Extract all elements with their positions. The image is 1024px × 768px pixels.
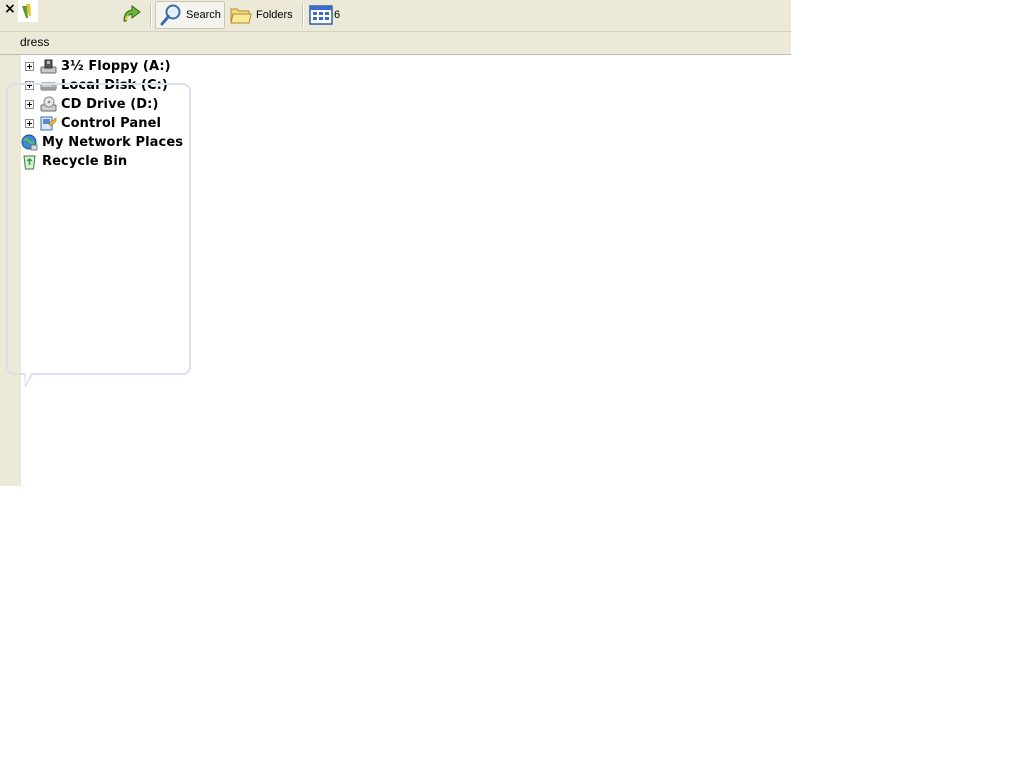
floppy-drive-icon (40, 58, 57, 75)
expand-icon[interactable] (25, 62, 34, 71)
search-button-label: Search (186, 9, 221, 21)
toolbar-separator (302, 3, 304, 27)
standard-toolbar: × Search Folders 6 (0, 0, 791, 32)
folder-icon (229, 4, 252, 26)
tree-item-label: 3½ Floppy (A:) (61, 59, 171, 74)
folders-button-label: Folders (256, 9, 293, 21)
explorer-window: × Search Folders 6 dress 3½ Floppy (A:) … (0, 0, 791, 486)
folder-app-icon (18, 0, 38, 22)
address-label: dress (20, 35, 50, 49)
views-button[interactable]: 6 (309, 1, 340, 29)
search-button[interactable]: Search (155, 1, 225, 29)
close-icon[interactable]: × (4, 1, 16, 17)
up-folder-button[interactable] (120, 1, 146, 29)
views-dropdown-label: 6 (334, 9, 341, 21)
views-icon (309, 4, 333, 26)
address-bar: dress (0, 32, 791, 55)
toolbar-separator (150, 3, 152, 27)
tree-item-floppy[interactable]: 3½ Floppy (A:) (25, 57, 171, 76)
up-arrow-icon (120, 1, 146, 30)
tooltip-balloon (6, 83, 191, 375)
folders-button[interactable]: Folders (229, 1, 299, 29)
search-icon (159, 3, 183, 27)
